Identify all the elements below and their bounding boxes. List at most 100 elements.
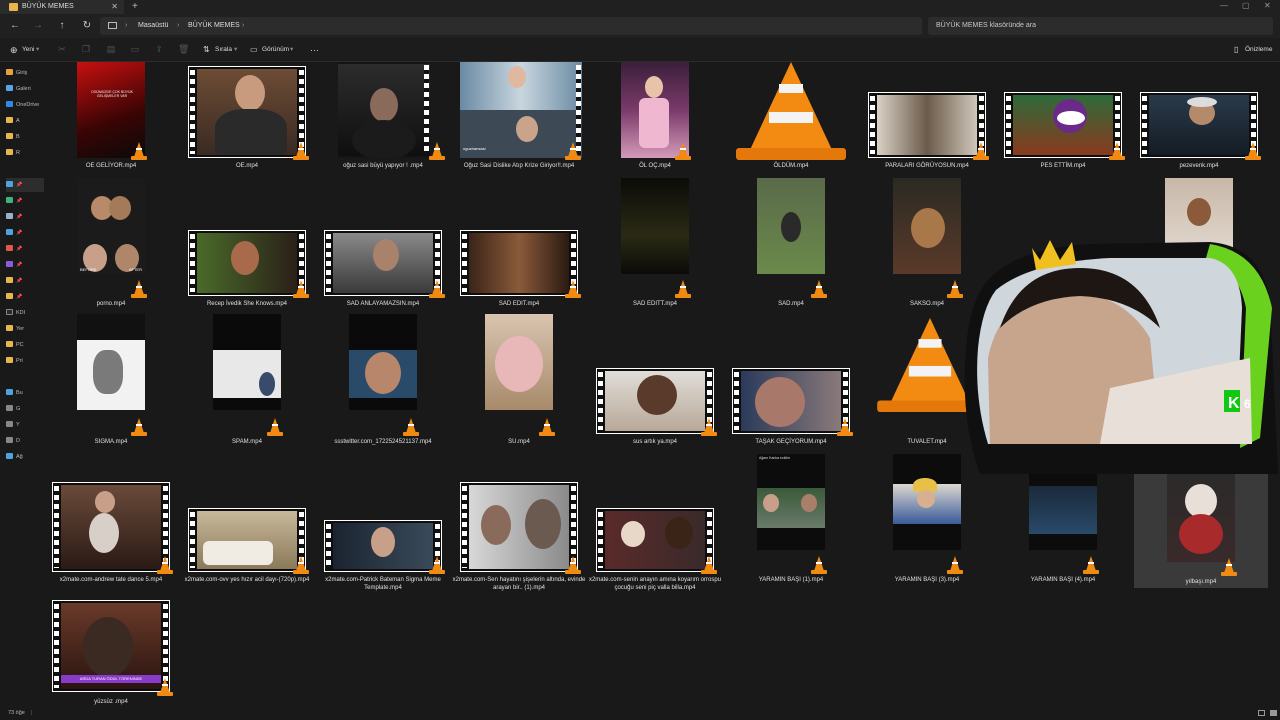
thumbnail-view-icon[interactable] [1270, 710, 1277, 716]
preview-button[interactable]: Önizleme [1245, 38, 1272, 62]
sidebar-item-pc[interactable]: PC [6, 338, 44, 352]
file-item[interactable]: ARDA TURAN ÖDÜL TÖRENİNDE yüzsüz .mp4 [44, 590, 178, 706]
tab-close-icon[interactable]: ✕ [111, 0, 118, 14]
sidebar-item-this-pc[interactable]: Bu [6, 386, 44, 400]
file-item[interactable]: BEFORE AFTER porno.mp4 [44, 176, 178, 312]
file-item[interactable]: Recep İvedik She Knows.mp4 [180, 176, 314, 312]
navigation-pane: Giriş Galeri OneDrive A B R 📌 📌 📌 📌 📌 📌 … [0, 62, 44, 706]
refresh-button[interactable]: ↻ [80, 19, 94, 33]
minimize-button[interactable]: — [1220, 0, 1228, 12]
sidebar-item-pri[interactable]: Pri [6, 354, 44, 368]
delete-icon[interactable]: 🗑 [178, 44, 189, 54]
folder-icon [9, 3, 18, 11]
monitor-icon [108, 22, 117, 29]
file-name: ÖL OÇ.mp4 [639, 163, 671, 169]
sidebar-item-folder-a[interactable]: A [6, 114, 44, 128]
file-item[interactable]: x2mate.com-senin anayın amına koyarım or… [588, 452, 722, 591]
video-thumbnail [52, 482, 170, 572]
file-item-selected[interactable]: yılbaşı.mp4 [1134, 462, 1268, 588]
sidebar-item-pinned-folder-2[interactable]: 📌 [6, 290, 44, 304]
file-item[interactable]: SIGMA.mp4 [44, 314, 178, 450]
file-item[interactable]: x2mate.com-ovv yes hızır acil dayı-(720p… [180, 452, 314, 588]
file-item[interactable]: SAD ANLAYAMAZSIN.mp4 [316, 176, 450, 312]
search-input[interactable]: BÜYÜK MEMES klasöründe ara [928, 17, 1273, 35]
video-thumbnail [893, 454, 961, 550]
new-tab-button[interactable]: + [132, 0, 138, 14]
breadcrumb-desktop[interactable]: Masaüstü [138, 17, 168, 35]
sidebar-item-folder-b[interactable]: B [6, 130, 44, 144]
sidebar-item-folder-r[interactable]: R [6, 146, 44, 160]
view-button[interactable]: Görünüm [262, 38, 289, 62]
file-item[interactable]: sus artık ya.mp4 [588, 314, 722, 450]
file-item[interactable]: SAD EDIT.mp4 [452, 176, 586, 312]
sidebar-item-drive-y[interactable]: Y [6, 418, 44, 432]
breadcrumb-separator: › [125, 22, 128, 29]
cloud-icon [6, 101, 13, 107]
sidebar-item-downloads[interactable]: 📌 [6, 194, 44, 208]
sidebar-item-home[interactable]: Giriş [6, 66, 44, 80]
file-name: SIGMA.mp4 [94, 439, 128, 445]
sidebar-item-onedrive[interactable]: OneDrive [6, 98, 44, 112]
chevron-down-icon: ▾ [36, 46, 40, 53]
breadcrumb-folder[interactable]: BÜYÜK MEMES [188, 17, 240, 35]
sort-button[interactable]: Sırala [215, 38, 232, 62]
sidebar-item-kdi[interactable]: KDI [6, 306, 44, 320]
vlc-icon [157, 556, 173, 574]
sidebar-item-videos[interactable]: 📌 [6, 258, 44, 272]
video-thumbnail [460, 230, 578, 296]
file-item[interactable]: SAD EDITT.mp4 [588, 176, 722, 312]
file-item[interactable]: Ağam Kanka ecklim YARAMIN BAŞI (1).mp4 [724, 452, 858, 588]
file-name: ssstwitter.com_1722524521137.mp4 [334, 439, 432, 445]
viewer-badge: 6 [1244, 397, 1251, 411]
sidebar-item-documents[interactable]: 📌 [6, 210, 44, 224]
maximize-button[interactable]: ▢ [1242, 0, 1250, 12]
paste-icon[interactable]: ▤ [106, 44, 116, 54]
rename-icon[interactable]: ▭ [130, 44, 140, 54]
new-button[interactable]: Yeni [22, 38, 34, 62]
file-name: oğuz sasi büyü yapıyor ! .mp4 [343, 163, 423, 169]
k-logo-letter: K [1228, 395, 1240, 412]
details-view-icon[interactable] [1258, 710, 1265, 716]
sidebar-item-desktop[interactable]: 📌 [6, 178, 44, 192]
tab-buyuk-memes[interactable]: BÜYÜK MEMES ✕ [0, 0, 124, 14]
folder-icon [6, 277, 13, 283]
file-item[interactable]: x2mate.com-andrew tate dance 5.mp4 [44, 452, 178, 588]
vlc-icon [293, 280, 309, 298]
file-item[interactable]: x2mate.com-Patrick Bateman Sigma Meme Te… [316, 452, 450, 591]
title-bar: BÜYÜK MEMES ✕ + — ▢ ✕ [0, 0, 1280, 14]
file-item[interactable]: TAŞAK GEÇİYORUM.mp4 [724, 314, 858, 450]
vlc-icon [973, 142, 989, 160]
sidebar-item-pinned-folder[interactable]: 📌 [6, 274, 44, 288]
back-button[interactable]: ← [8, 19, 22, 33]
vlc-icon [675, 280, 691, 298]
sidebar-item-music[interactable]: 📌 [6, 242, 44, 256]
file-name: yüzsüz .mp4 [94, 699, 128, 705]
file-item[interactable]: SPAM.mp4 [180, 314, 314, 450]
file-name: yılbaşı.mp4 [1185, 579, 1217, 585]
file-item[interactable]: SU.mp4 [452, 314, 586, 450]
cut-icon[interactable]: ✂ [57, 44, 67, 54]
sidebar-item-yer[interactable]: Yer [6, 322, 44, 336]
sidebar-item-pictures[interactable]: 📌 [6, 226, 44, 240]
pictures-icon [6, 229, 13, 235]
sidebar-item-drive-d[interactable]: D [6, 434, 44, 448]
file-item[interactable]: x2mate.com-Sen hayatını şişelerin altınd… [452, 452, 586, 591]
sidebar-item-gallery[interactable]: Galeri [6, 82, 44, 96]
sidebar-item-drive-g[interactable]: G [6, 402, 44, 416]
video-thumbnail [324, 520, 442, 572]
more-options-button[interactable]: ··· [310, 38, 319, 62]
file-name: YARAMIN BAŞI (1).mp4 [758, 577, 824, 583]
pin-icon: 📌 [16, 214, 23, 220]
sidebar-item-network[interactable]: Ağ [6, 450, 44, 464]
up-button[interactable]: ↑ [55, 19, 69, 33]
share-icon[interactable]: ⇪ [154, 44, 164, 54]
copy-icon[interactable]: ❐ [81, 44, 91, 54]
address-bar[interactable]: › Masaüstü › BÜYÜK MEMES › [100, 17, 922, 35]
file-item[interactable]: ssstwitter.com_1722524521137.mp4 [316, 314, 450, 450]
file-item[interactable]: SAD.mp4 [724, 176, 858, 312]
command-bar: ⊕ Yeni ▾ ✂ ❐ ▤ ▭ ⇪ 🗑 ⇅ Sırala ▾ ▭ Görünü… [0, 38, 1280, 62]
forward-button[interactable]: → [31, 19, 45, 33]
file-name: x2mate.com-Sen hayatını şişelerin altınd… [452, 577, 586, 591]
close-window-button[interactable]: ✕ [1264, 0, 1271, 12]
file-item[interactable]: PES ETTİM.mp4 [996, 62, 1130, 198]
